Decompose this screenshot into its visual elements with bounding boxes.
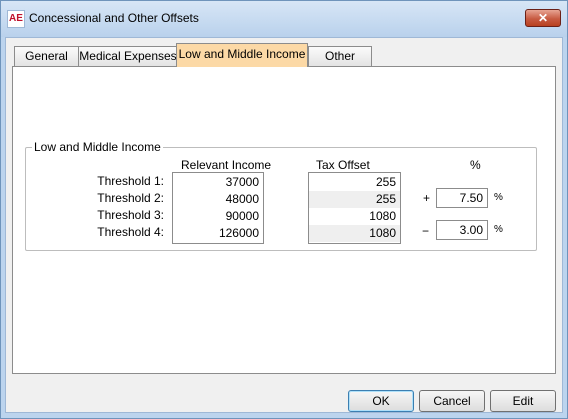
cancel-button[interactable]: Cancel [419, 390, 485, 412]
threshold-1-label: Threshold 1: [97, 174, 164, 188]
threshold-4-label: Threshold 4: [97, 225, 164, 239]
plus-sign: + [423, 191, 431, 205]
low-middle-income-group: Low and Middle Income Relevant Income Ta… [25, 140, 537, 251]
income-cell[interactable]: 126000 [173, 225, 263, 242]
tab-panel: Low and Middle Income Relevant Income Ta… [12, 66, 556, 374]
app-logo-icon: AE [7, 10, 25, 28]
minus-sign: − [422, 224, 430, 238]
tab-other[interactable]: Other [308, 46, 372, 66]
minus-rate-percent-suffix: % [494, 224, 503, 235]
dialog-client: General Medical Expenses Low and Middle … [5, 37, 563, 413]
edit-button[interactable]: Edit [490, 390, 556, 412]
threshold-2-label: Threshold 2: [97, 191, 164, 205]
offset-cell[interactable]: 255 [309, 191, 400, 208]
tax-offset-list[interactable]: 255 255 1080 1080 [308, 172, 401, 244]
dialog-window: AE Concessional and Other Offsets ✕ Gene… [0, 0, 568, 419]
income-cell[interactable]: 90000 [173, 208, 263, 225]
relevant-income-list[interactable]: 37000 48000 90000 126000 [172, 172, 264, 244]
plus-rate-percent-suffix: % [494, 192, 503, 203]
tab-medical-expenses[interactable]: Medical Expenses [78, 46, 178, 66]
relevant-income-header: Relevant Income [181, 158, 272, 172]
offset-cell[interactable]: 1080 [309, 225, 400, 242]
tax-offset-header: Tax Offset [316, 158, 370, 172]
offset-cell[interactable]: 1080 [309, 208, 400, 225]
ok-button[interactable]: OK [348, 390, 414, 412]
window-title: Concessional and Other Offsets [29, 11, 199, 25]
offset-cell[interactable]: 255 [309, 174, 400, 191]
close-icon: ✕ [537, 11, 549, 25]
title-bar: AE Concessional and Other Offsets ✕ [1, 1, 567, 37]
tab-low-and-middle-income[interactable]: Low and Middle Income [176, 43, 308, 67]
income-cell[interactable]: 37000 [173, 174, 263, 191]
plus-rate-input[interactable]: 7.50 [436, 188, 488, 208]
group-title: Low and Middle Income [32, 140, 163, 154]
close-button[interactable]: ✕ [525, 9, 561, 27]
threshold-3-label: Threshold 3: [97, 208, 164, 222]
tab-general[interactable]: General [14, 46, 79, 66]
income-cell[interactable]: 48000 [173, 191, 263, 208]
percent-header: % [470, 158, 481, 172]
minus-rate-input[interactable]: 3.00 [436, 220, 488, 240]
